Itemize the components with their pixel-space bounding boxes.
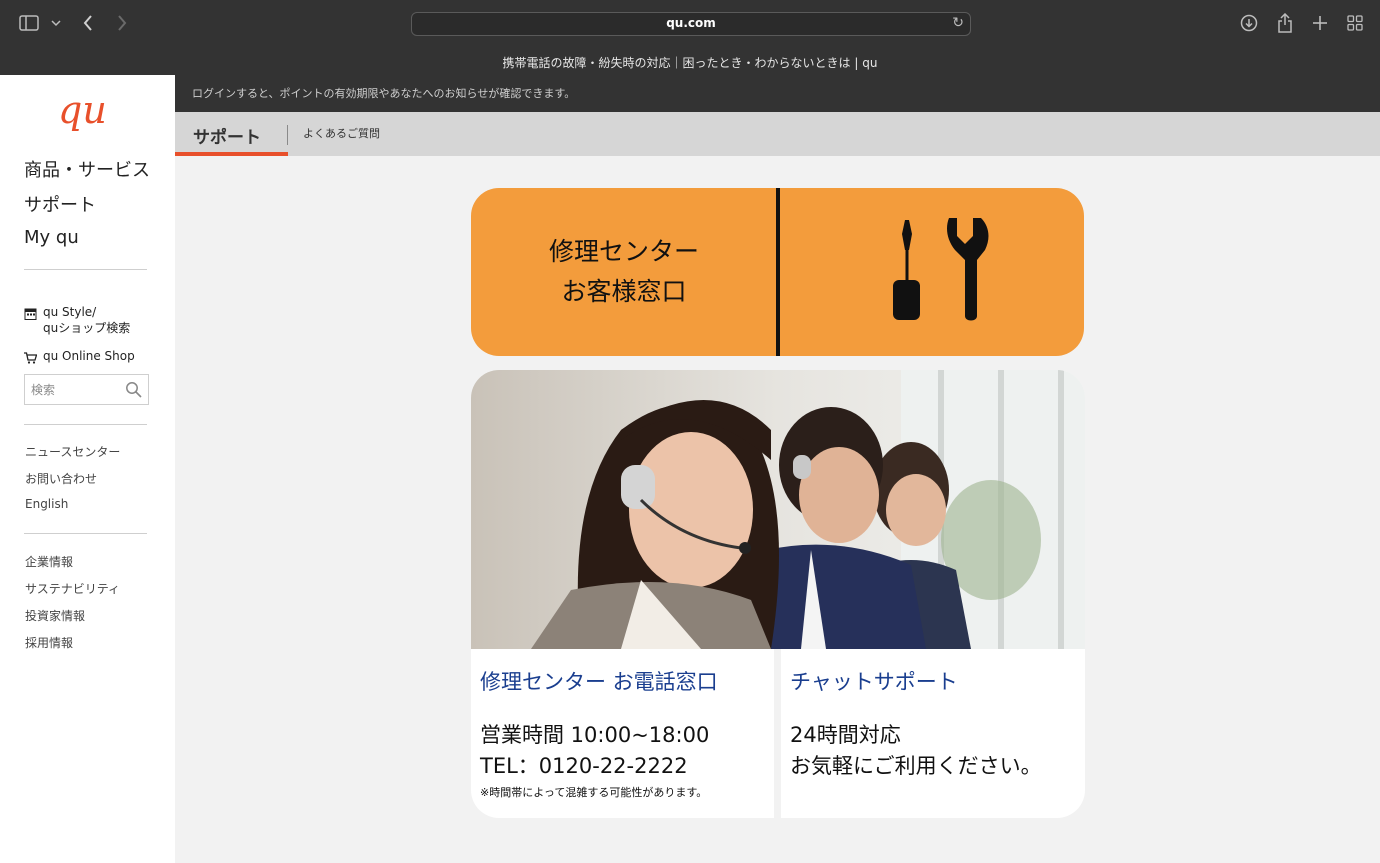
shop-search-link[interactable]: qu Style/ quショップ検索 xyxy=(24,304,130,336)
active-tab-underline xyxy=(175,152,288,156)
logo-text: qu xyxy=(58,89,107,132)
tools-icon xyxy=(893,218,989,321)
forward-icon[interactable] xyxy=(112,12,132,34)
sidebar: qu 商品・サービス サポート My qu qu Style/ quショップ検索… xyxy=(0,75,175,863)
tab-separator xyxy=(287,125,288,145)
news-center-link[interactable]: ニュースセンター xyxy=(25,443,120,460)
english-link[interactable]: English xyxy=(25,497,68,511)
corporate-info-link[interactable]: 企業情報 xyxy=(25,553,73,570)
chat-support-section[interactable]: チャットサポート 24時間対応 お気軽にご利用ください。 xyxy=(781,649,1085,818)
divider xyxy=(24,269,147,270)
store-icon xyxy=(24,308,37,320)
careers-link[interactable]: 採用情報 xyxy=(25,634,73,651)
business-hours: 営業時間 10:00~18:00 xyxy=(480,723,710,747)
banner-line-2: お客様窓口 xyxy=(561,277,687,306)
browser-chrome: qu.com ↻ 携帯電話の故障・紛失時の対応｜困ったとき・わからないときは |… xyxy=(0,0,1380,75)
sustainability-link[interactable]: サステナビリティ xyxy=(25,580,120,597)
phone-support-section[interactable]: 修理センター お電話窓口 営業時間 10:00~18:00 TEL：0120-2… xyxy=(471,649,774,818)
chevron-down-icon[interactable] xyxy=(48,14,64,32)
qu-logo[interactable]: qu xyxy=(56,88,116,137)
column-gap xyxy=(774,649,781,818)
banner-divider xyxy=(776,188,780,356)
tab-support-label: サポート xyxy=(193,128,261,148)
nav-support[interactable]: サポート xyxy=(24,191,96,217)
divider xyxy=(24,533,147,534)
phone-number[interactable]: TEL：0120-22-2222 xyxy=(480,750,688,780)
nav-my-qu[interactable]: My qu xyxy=(24,227,79,248)
banner-line-1: 修理センター xyxy=(548,237,699,266)
chat-support-title[interactable]: チャットサポート xyxy=(790,666,958,696)
investor-info-link[interactable]: 投資家情報 xyxy=(25,607,85,624)
phone-support-title[interactable]: 修理センター お電話窓口 xyxy=(480,666,718,696)
shop-search-label-2: quショップ検索 xyxy=(43,321,131,335)
url-text: qu.com xyxy=(666,16,716,30)
shop-search-label-1: qu Style/ xyxy=(43,305,97,319)
search-box xyxy=(24,374,149,405)
chat-invite: お気軽にご利用ください。 xyxy=(790,754,1042,778)
contact-card: 修理センター お電話窓口 営業時間 10:00~18:00 TEL：0120-2… xyxy=(471,370,1085,818)
sidebar-toggle-icon[interactable] xyxy=(18,13,40,33)
call-center-photo xyxy=(471,370,1085,649)
back-icon[interactable] xyxy=(78,12,98,34)
chat-availability: 24時間対応 xyxy=(790,723,901,747)
congestion-note: ※時間帯によって混雑する可能性があります。 xyxy=(480,786,708,799)
banner-text: 修理センター お客様窓口 xyxy=(471,188,777,356)
share-icon[interactable] xyxy=(1274,11,1296,35)
address-bar[interactable]: qu.com ↻ xyxy=(411,12,971,36)
contact-link[interactable]: お問い合わせ xyxy=(25,470,97,487)
cart-icon xyxy=(24,352,37,364)
online-shop-link[interactable]: qu Online Shop xyxy=(24,348,135,364)
divider xyxy=(24,424,147,425)
tab-overview-icon[interactable] xyxy=(1344,12,1366,34)
reload-icon[interactable]: ↻ xyxy=(952,15,964,31)
tab-bar: サポート よくあるご質問 xyxy=(175,112,1380,156)
tab-faq[interactable]: よくあるご質問 xyxy=(303,125,380,141)
search-input[interactable] xyxy=(25,375,120,404)
login-info-text[interactable]: ログインすると、ポイントの有効期限やあなたへのお知らせが確認できます。 xyxy=(192,85,575,101)
new-tab-icon[interactable] xyxy=(1310,12,1330,34)
login-info-bar: ログインすると、ポイントの有効期限やあなたへのお知らせが確認できます。 xyxy=(175,75,1380,112)
search-icon[interactable] xyxy=(125,381,142,398)
tab-support[interactable]: サポート xyxy=(175,112,288,156)
download-icon[interactable] xyxy=(1238,12,1260,34)
tab-title[interactable]: 携帯電話の故障・紛失時の対応｜困ったとき・わからないときは | qu xyxy=(0,54,1380,71)
nav-products[interactable]: 商品・サービス xyxy=(24,156,150,182)
repair-center-banner[interactable]: 修理センター お客様窓口 xyxy=(471,188,1084,356)
online-shop-label: qu Online Shop xyxy=(43,349,135,363)
